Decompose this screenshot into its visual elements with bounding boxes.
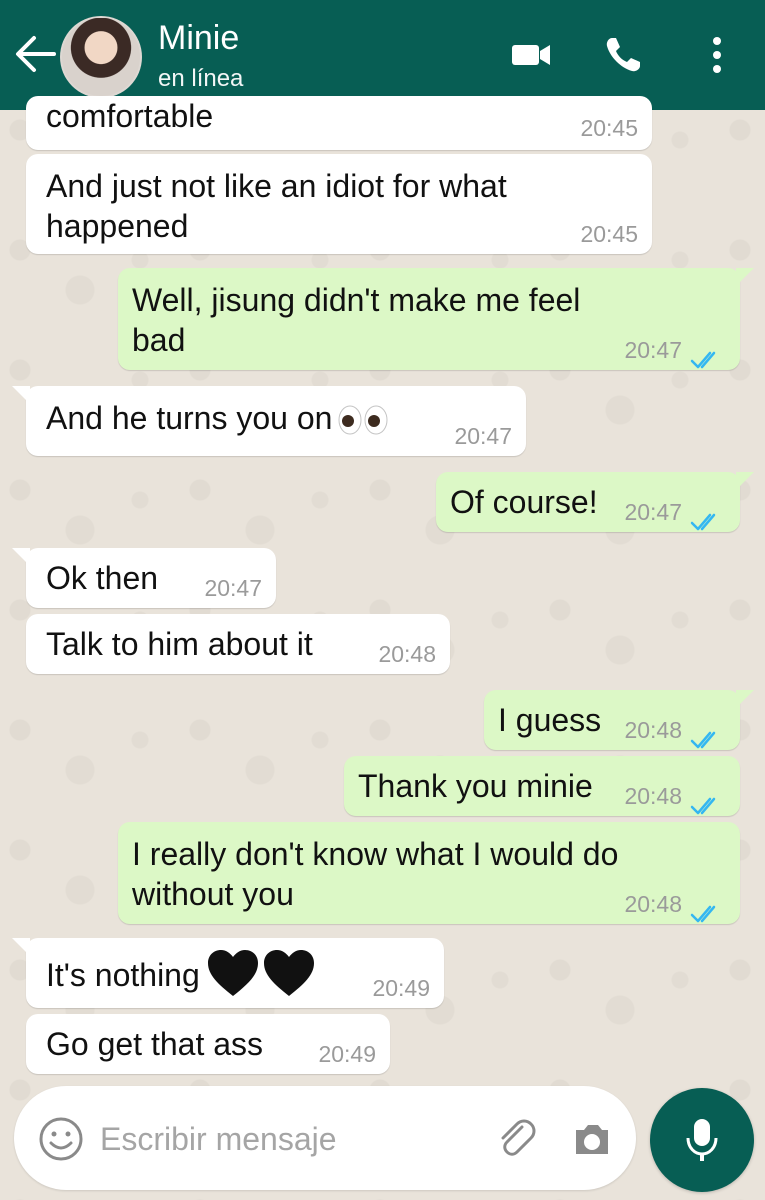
message-bubble-incoming[interactable]: Ok then 20:47 bbox=[12, 548, 276, 608]
message-bubble-incoming[interactable]: Go get that ass 20:49 bbox=[26, 1014, 390, 1074]
message-bubble-incoming[interactable]: And just not like an idiot for what happ… bbox=[26, 154, 652, 254]
message-time: 20:49 bbox=[318, 1041, 376, 1067]
message-text-content: And he turns you on bbox=[46, 400, 333, 436]
message-time: 20:48 bbox=[624, 891, 682, 917]
message-bubble-incoming[interactable]: comfortable 20:45 bbox=[26, 96, 652, 150]
message-text: I guess bbox=[498, 702, 602, 738]
message-time: 20:48 bbox=[624, 783, 682, 809]
message-bubble-outgoing[interactable]: Of course! 20:47 bbox=[436, 472, 754, 532]
mic-button[interactable] bbox=[650, 1088, 754, 1192]
message-text: Talk to him about it bbox=[46, 626, 313, 662]
message-bubble-outgoing[interactable]: I guess 20:48 bbox=[484, 690, 754, 750]
contact-status: en línea bbox=[158, 65, 244, 92]
video-call-icon[interactable] bbox=[510, 34, 552, 76]
contact-name[interactable]: Minie bbox=[158, 18, 239, 58]
message-time: 20:48 bbox=[378, 641, 436, 667]
message-time: 20:48 bbox=[624, 717, 682, 743]
read-ticks-icon bbox=[690, 720, 722, 749]
message-bubble-incoming[interactable]: And he turns you on 20:47 bbox=[12, 386, 526, 456]
avatar[interactable] bbox=[60, 16, 142, 98]
message-time: 20:45 bbox=[580, 115, 638, 141]
message-bubble-incoming[interactable]: It's nothing 20:49 bbox=[12, 938, 444, 1008]
read-ticks-icon bbox=[690, 894, 722, 923]
message-bubble-outgoing[interactable]: Thank you minie 20:48 bbox=[344, 756, 740, 816]
phone-call-icon[interactable] bbox=[602, 34, 644, 76]
chat-header: Minie en línea bbox=[0, 0, 765, 110]
message-text: Of course! bbox=[450, 484, 598, 520]
message-text: Go get that ass bbox=[46, 1026, 264, 1062]
message-time: 20:45 bbox=[580, 221, 638, 247]
message-input[interactable] bbox=[98, 1112, 462, 1166]
back-arrow-icon[interactable] bbox=[14, 34, 58, 74]
message-text: Ok then bbox=[46, 560, 159, 596]
message-bubble-outgoing[interactable]: Well, jisung didn't make me feel bad 20:… bbox=[118, 268, 754, 370]
message-text: It's nothing bbox=[46, 948, 354, 1000]
attach-icon[interactable] bbox=[492, 1114, 538, 1160]
message-time: 20:47 bbox=[454, 423, 512, 449]
more-options-icon[interactable] bbox=[700, 34, 734, 76]
bubble-tail bbox=[736, 690, 754, 708]
bubble-tail bbox=[12, 548, 30, 566]
message-bubble-outgoing[interactable]: I really don't know what I would do with… bbox=[118, 822, 740, 924]
message-text: comfortable bbox=[46, 98, 214, 134]
mic-icon bbox=[686, 1119, 718, 1161]
bubble-tail bbox=[12, 938, 30, 956]
message-time: 20:49 bbox=[372, 975, 430, 1001]
message-text: Well, jisung didn't make me feel bad bbox=[132, 282, 581, 358]
message-bubble-incoming[interactable]: Talk to him about it 20:48 bbox=[26, 614, 450, 674]
eyes-emoji-icon bbox=[336, 404, 390, 435]
message-composer bbox=[14, 1086, 636, 1190]
camera-icon[interactable] bbox=[568, 1116, 614, 1162]
message-text: And he turns you on bbox=[46, 398, 426, 438]
message-text-content: It's nothing bbox=[46, 957, 200, 993]
black-hearts-emoji-icon bbox=[206, 948, 316, 1000]
read-ticks-icon bbox=[690, 502, 722, 531]
bubble-tail bbox=[736, 472, 754, 490]
emoji-icon[interactable] bbox=[38, 1116, 84, 1162]
message-time: 20:47 bbox=[204, 575, 262, 601]
read-ticks-icon bbox=[690, 340, 722, 369]
message-time: 20:47 bbox=[624, 499, 682, 525]
bubble-tail bbox=[12, 386, 30, 404]
message-text: And just not like an idiot for what happ… bbox=[46, 168, 507, 244]
read-ticks-icon bbox=[690, 786, 722, 815]
message-time: 20:47 bbox=[624, 337, 682, 363]
message-text: I really don't know what I would do with… bbox=[132, 836, 619, 912]
bubble-tail bbox=[736, 268, 754, 286]
message-text: Thank you minie bbox=[358, 768, 593, 804]
